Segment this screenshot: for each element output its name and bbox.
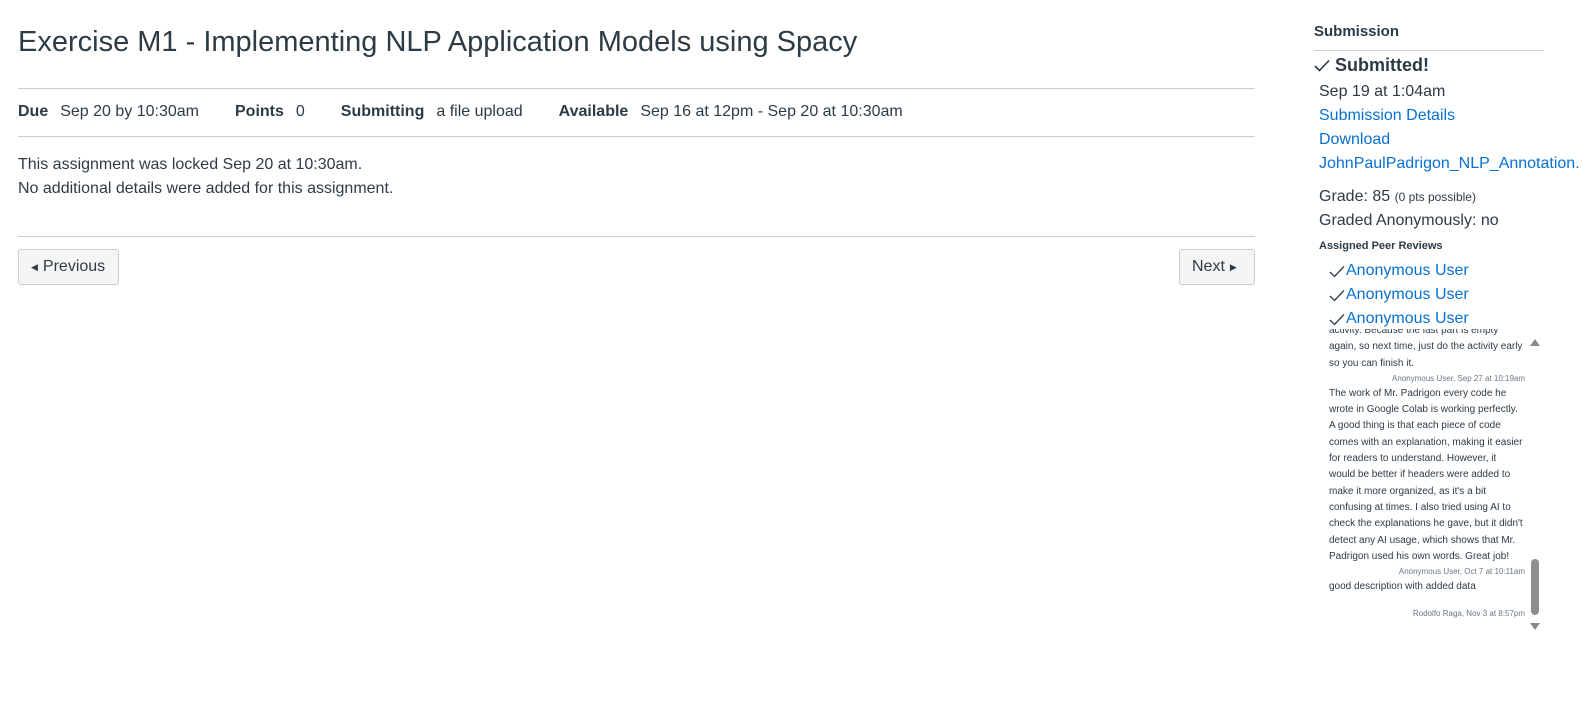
download-link[interactable]: Download <box>1319 131 1390 149</box>
no-details-message: No additional details were added for thi… <box>18 180 394 197</box>
scroll-down-arrow-icon[interactable] <box>1530 623 1540 630</box>
assignment-details: Due Sep 20 by 10:30am Points 0 Submittin… <box>18 101 903 123</box>
check-icon <box>1329 265 1345 277</box>
grade: Grade: 85 (0 pts possible) <box>1319 188 1476 206</box>
check-icon <box>1329 289 1345 301</box>
check-icon <box>1329 313 1345 325</box>
peer-review-item[interactable]: Anonymous User <box>1329 310 1469 328</box>
caret-right-icon: ▶ <box>1229 261 1237 272</box>
comment-meta: Anonymous User, Sep 27 at 10:19am <box>1392 373 1525 383</box>
available-label: Available <box>558 103 629 120</box>
comment-meta: Rodolfo Raga, Nov 3 at 8:57pm <box>1412 609 1525 619</box>
next-label: Next <box>1192 258 1225 275</box>
due-value: Sep 20 by 10:30am <box>60 103 199 120</box>
assignment-main: Exercise M1 - Implementing NLP Applicati… <box>18 0 1255 701</box>
comment-text: The work of Mr. Padrigon every code he w… <box>1329 387 1523 562</box>
submitting-label: Submitting <box>340 103 425 120</box>
points-value: 0 <box>295 103 305 120</box>
submitting-value: a file upload <box>436 103 523 120</box>
submission-file-link[interactable]: JohnPaulPadrigon_NLP_Annotation. <box>1319 155 1580 173</box>
next-button[interactable]: Next ▶ <box>1179 249 1255 285</box>
submission-details-link[interactable]: Submission Details <box>1319 107 1455 125</box>
previous-label: Previous <box>42 258 106 275</box>
caret-left-icon: ◀ <box>31 261 38 272</box>
submitted-at: Sep 19 at 1:04am <box>1319 83 1446 100</box>
comments-list: activity. Because the last part is empty… <box>1329 329 1525 621</box>
comment-text: activity. Because the last part is empty… <box>1329 329 1523 369</box>
peer-review-item[interactable]: Anonymous User <box>1329 262 1469 280</box>
graded-anonymously: Graded Anonymously: no <box>1319 212 1499 229</box>
peer-reviews-heading: Assigned Peer Reviews <box>1319 240 1443 252</box>
comment-meta: Anonymous User, Oct 7 at 10:11am <box>1398 567 1525 577</box>
divider <box>18 136 1255 137</box>
due-label: Due <box>18 103 49 120</box>
points-label: Points <box>235 103 284 120</box>
peer-review-link[interactable]: Anonymous User <box>1346 310 1469 328</box>
page-title: Exercise M1 - Implementing NLP Applicati… <box>18 26 858 58</box>
submission-status: Submitted! <box>1314 55 1429 76</box>
available-value: Sep 16 at 12pm - Sep 20 at 10:30am <box>640 103 903 120</box>
check-icon <box>1314 59 1330 72</box>
scrollbar-thumb[interactable] <box>1531 559 1539 615</box>
grade-value: Grade: 85 <box>1319 188 1391 205</box>
submission-heading: Submission <box>1314 23 1400 40</box>
divider <box>18 88 1255 89</box>
previous-button[interactable]: ◀ Previous <box>18 249 119 285</box>
peer-review-link[interactable]: Anonymous User <box>1346 286 1469 304</box>
grade-possible: (0 pts possible) <box>1394 190 1476 204</box>
locked-message: This assignment was locked Sep 20 at 10:… <box>18 156 363 173</box>
comment-text: good description with added data <box>1329 581 1476 593</box>
peer-review-item[interactable]: Anonymous User <box>1329 286 1469 304</box>
comments-panel[interactable]: activity. Because the last part is empty… <box>1329 329 1540 639</box>
divider <box>18 236 1255 237</box>
scroll-up-arrow-icon[interactable] <box>1530 339 1540 346</box>
submission-status-text: Submitted! <box>1335 55 1429 75</box>
peer-review-link[interactable]: Anonymous User <box>1346 262 1469 280</box>
divider <box>1314 50 1544 51</box>
